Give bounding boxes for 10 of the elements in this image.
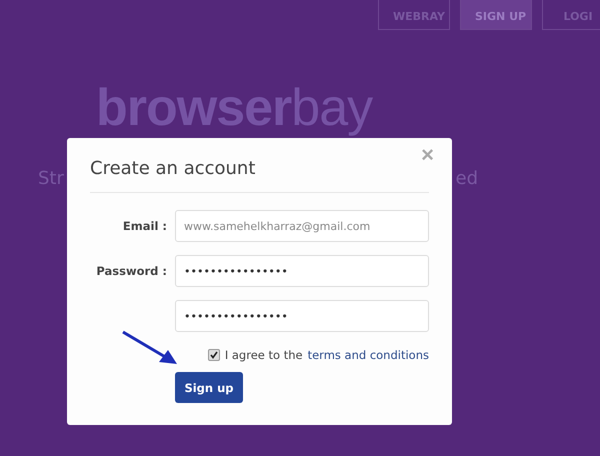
field-label: Email : (122, 219, 167, 233)
terms-link[interactable]: terms and conditions (308, 348, 429, 362)
agree-text: I agree to the (224, 348, 303, 362)
arrow-drawing (121, 330, 179, 366)
checkbox[interactable] (208, 349, 220, 361)
field-label: Password : (95, 264, 167, 278)
input-field[interactable]: •••••••••••••••• (175, 255, 429, 287)
sign-up-button[interactable]: Sign up (175, 372, 243, 403)
input-field[interactable]: www.samehelkharraz@gmail.com (175, 210, 429, 242)
input-field[interactable]: •••••••••••••••• (175, 300, 429, 332)
